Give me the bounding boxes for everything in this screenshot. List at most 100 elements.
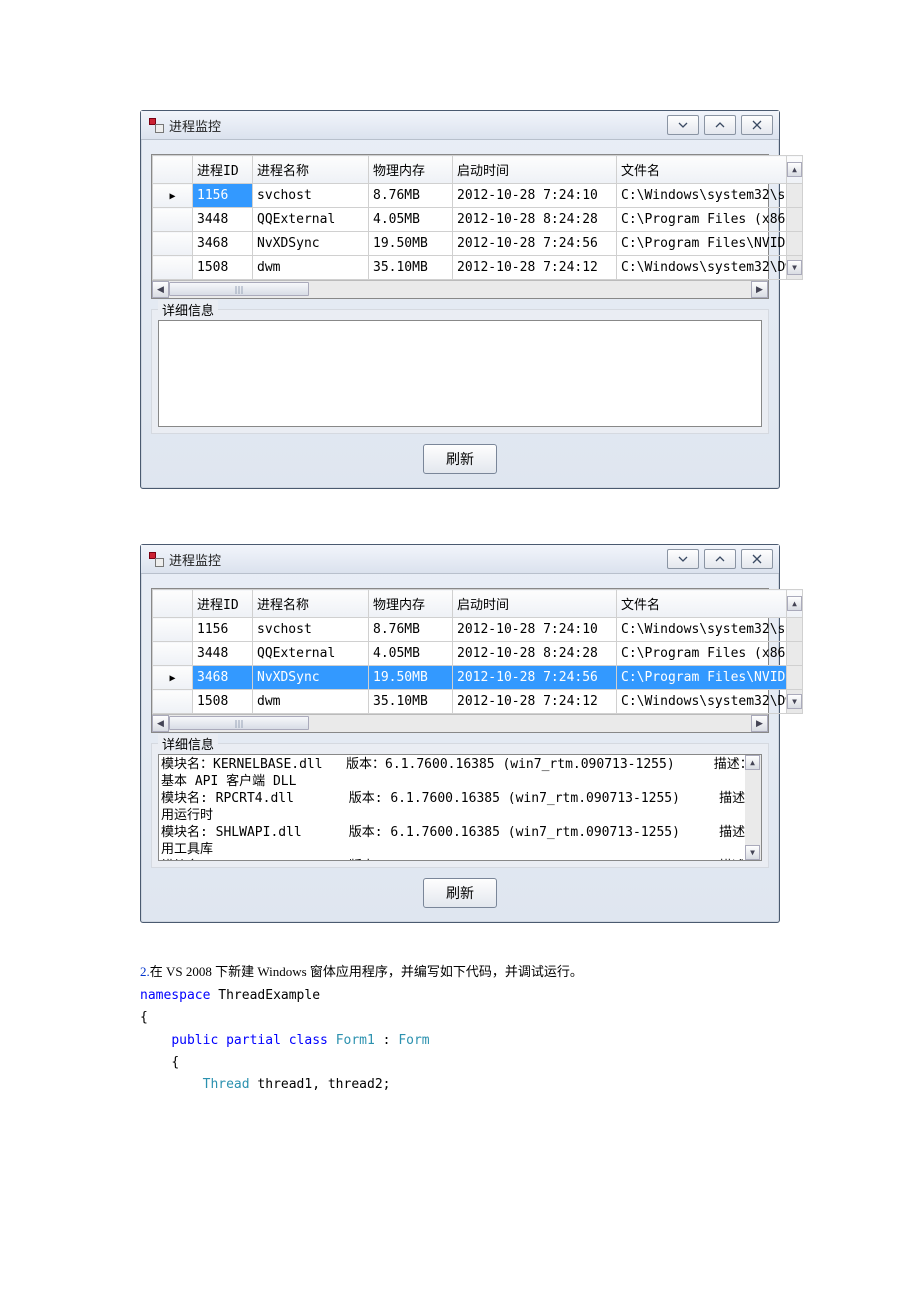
cell-time[interactable]: 2012-10-28 8:24:28 bbox=[453, 642, 617, 666]
col-header-name[interactable]: 进程名称 bbox=[253, 590, 369, 618]
hscroll-left-button[interactable]: ◀ bbox=[152, 281, 169, 298]
row-indicator-icon bbox=[153, 184, 193, 208]
hscroll-right-button[interactable]: ▶ bbox=[751, 715, 768, 732]
col-header-mem[interactable]: 物理内存 bbox=[369, 156, 453, 184]
cell-file[interactable]: C:\Program Files\NVIDIA bbox=[617, 666, 787, 690]
col-header-file[interactable]: 文件名 bbox=[617, 590, 787, 618]
cell-pid[interactable]: 3468 bbox=[193, 232, 253, 256]
cell-mem[interactable]: 19.50MB bbox=[369, 666, 453, 690]
vscroll-down[interactable]: ▼ bbox=[787, 690, 803, 714]
table-row[interactable]: 3468 NvXDSync 19.50MB 2012-10-28 7:24:56… bbox=[153, 232, 803, 256]
maximize-button[interactable] bbox=[704, 115, 736, 135]
details-scroll-down[interactable]: ▼ bbox=[745, 845, 760, 860]
details-groupbox: 详细信息 bbox=[151, 309, 769, 434]
col-header-pid[interactable]: 进程ID bbox=[193, 590, 253, 618]
vscroll-down[interactable]: ▼ bbox=[787, 256, 803, 280]
refresh-button[interactable]: 刷新 bbox=[423, 878, 497, 908]
hscroll-right-button[interactable]: ▶ bbox=[751, 281, 768, 298]
cell-time[interactable]: 2012-10-28 7:24:10 bbox=[453, 184, 617, 208]
row-indicator-icon bbox=[153, 666, 193, 690]
cell-time[interactable]: 2012-10-28 7:24:12 bbox=[453, 256, 617, 280]
table-row[interactable]: 1156 svchost 8.76MB 2012-10-28 7:24:10 C… bbox=[153, 184, 803, 208]
cell-name[interactable]: dwm bbox=[253, 256, 369, 280]
cell-mem[interactable]: 35.10MB bbox=[369, 690, 453, 714]
vscroll-track[interactable] bbox=[787, 184, 803, 208]
table-row[interactable]: 1508 dwm 35.10MB 2012-10-28 7:24:12 C:\W… bbox=[153, 690, 803, 714]
cell-name[interactable]: NvXDSync bbox=[253, 666, 369, 690]
close-button[interactable] bbox=[741, 549, 773, 569]
maximize-button[interactable] bbox=[704, 549, 736, 569]
cell-name[interactable]: QQExternal bbox=[253, 642, 369, 666]
process-grid[interactable]: 进程ID 进程名称 物理内存 启动时间 文件名 ▲ 1156 svchost bbox=[151, 154, 769, 299]
hscroll-left-button[interactable]: ◀ bbox=[152, 715, 169, 732]
cell-name[interactable]: svchost bbox=[253, 184, 369, 208]
cell-time[interactable]: 2012-10-28 8:24:28 bbox=[453, 208, 617, 232]
details-scroll-up[interactable]: ▲ bbox=[745, 755, 760, 770]
cell-name[interactable]: dwm bbox=[253, 690, 369, 714]
vscroll-up[interactable]: ▲ bbox=[787, 156, 803, 184]
cell-name[interactable]: svchost bbox=[253, 618, 369, 642]
col-header-pid[interactable]: 进程ID bbox=[193, 156, 253, 184]
col-header-file[interactable]: 文件名 bbox=[617, 156, 787, 184]
details-textarea[interactable]: 模块名：KERNELBASE.dll 版本：6.1.7600.16385 (wi… bbox=[158, 754, 762, 861]
cell-mem[interactable]: 8.76MB bbox=[369, 184, 453, 208]
cell-file[interactable]: C:\Windows\system32\svch bbox=[617, 184, 787, 208]
cell-file[interactable]: C:\Windows\system32\Dwm. bbox=[617, 690, 787, 714]
window-title: 进程监控 bbox=[169, 116, 221, 135]
close-button[interactable] bbox=[741, 115, 773, 135]
refresh-button[interactable]: 刷新 bbox=[423, 444, 497, 474]
table-row[interactable]: 1508 dwm 35.10MB 2012-10-28 7:24:12 C:\W… bbox=[153, 256, 803, 280]
cell-time[interactable]: 2012-10-28 7:24:56 bbox=[453, 232, 617, 256]
col-header-time[interactable]: 启动时间 bbox=[453, 156, 617, 184]
cell-mem[interactable]: 8.76MB bbox=[369, 618, 453, 642]
cell-time[interactable]: 2012-10-28 7:24:10 bbox=[453, 618, 617, 642]
table-row[interactable]: 3448 QQExternal 4.05MB 2012-10-28 8:24:2… bbox=[153, 208, 803, 232]
cell-pid[interactable]: 3448 bbox=[193, 642, 253, 666]
process-monitor-window-1: 进程监控 进程ID bbox=[140, 110, 780, 489]
process-grid[interactable]: 进程ID 进程名称 物理内存 启动时间 文件名 ▲ 1156 svchost 8… bbox=[151, 588, 769, 733]
titlebar[interactable]: 进程监控 bbox=[141, 545, 779, 574]
titlebar[interactable]: 进程监控 bbox=[141, 111, 779, 140]
table-row[interactable]: 3468 NvXDSync 19.50MB 2012-10-28 7:24:56… bbox=[153, 666, 803, 690]
hscroll[interactable]: ◀ ▶ bbox=[152, 280, 768, 298]
details-legend: 详细信息 bbox=[158, 734, 218, 753]
cell-pid[interactable]: 3448 bbox=[193, 208, 253, 232]
cell-pid[interactable]: 1508 bbox=[193, 256, 253, 280]
col-header-name[interactable]: 进程名称 bbox=[253, 156, 369, 184]
details-groupbox: 详细信息 模块名：KERNELBASE.dll 版本：6.1.7600.1638… bbox=[151, 743, 769, 868]
cell-file[interactable]: C:\Program Files (x86)\T bbox=[617, 208, 787, 232]
cell-time[interactable]: 2012-10-28 7:24:12 bbox=[453, 690, 617, 714]
cell-pid[interactable]: 1156 bbox=[193, 184, 253, 208]
cell-pid[interactable]: 1508 bbox=[193, 690, 253, 714]
app-icon bbox=[149, 552, 163, 566]
caption: 2.在 VS 2008 下新建 Windows 窗体应用程序，并编写如下代码，并… bbox=[140, 960, 780, 983]
cell-name[interactable]: NvXDSync bbox=[253, 232, 369, 256]
table-row[interactable]: 3448 QQExternal 4.05MB 2012-10-28 8:24:2… bbox=[153, 642, 803, 666]
minimize-button[interactable] bbox=[667, 115, 699, 135]
cell-file[interactable]: C:\Windows\system32\svch bbox=[617, 618, 787, 642]
minimize-button[interactable] bbox=[667, 549, 699, 569]
cell-file[interactable]: C:\Windows\system32\Dwm. bbox=[617, 256, 787, 280]
hscroll[interactable]: ◀ ▶ bbox=[152, 714, 768, 732]
details-legend: 详细信息 bbox=[158, 300, 218, 319]
cell-file[interactable]: C:\Program Files (x86)\T bbox=[617, 642, 787, 666]
cell-pid[interactable]: 3468 bbox=[193, 666, 253, 690]
cell-file[interactable]: C:\Program Files\NVIDIA bbox=[617, 232, 787, 256]
cell-mem[interactable]: 4.05MB bbox=[369, 208, 453, 232]
details-textarea[interactable] bbox=[158, 320, 762, 427]
col-header-mem[interactable]: 物理内存 bbox=[369, 590, 453, 618]
cell-mem[interactable]: 4.05MB bbox=[369, 642, 453, 666]
details-text: 模块名：KERNELBASE.dll 版本：6.1.7600.16385 (wi… bbox=[159, 755, 745, 860]
cell-mem[interactable]: 19.50MB bbox=[369, 232, 453, 256]
cell-mem[interactable]: 35.10MB bbox=[369, 256, 453, 280]
process-monitor-window-2: 进程监控 进程ID 进程名称 bbox=[140, 544, 780, 923]
details-vscroll[interactable]: ▲ ▼ bbox=[745, 755, 761, 860]
corner-cell bbox=[153, 590, 193, 618]
cell-time[interactable]: 2012-10-28 7:24:56 bbox=[453, 666, 617, 690]
cell-pid[interactable]: 1156 bbox=[193, 618, 253, 642]
col-header-time[interactable]: 启动时间 bbox=[453, 590, 617, 618]
cell-name[interactable]: QQExternal bbox=[253, 208, 369, 232]
table-row[interactable]: 1156 svchost 8.76MB 2012-10-28 7:24:10 C… bbox=[153, 618, 803, 642]
vscroll-up[interactable]: ▲ bbox=[787, 590, 803, 618]
code-block: namespace ThreadExample { public partial… bbox=[140, 985, 780, 1095]
